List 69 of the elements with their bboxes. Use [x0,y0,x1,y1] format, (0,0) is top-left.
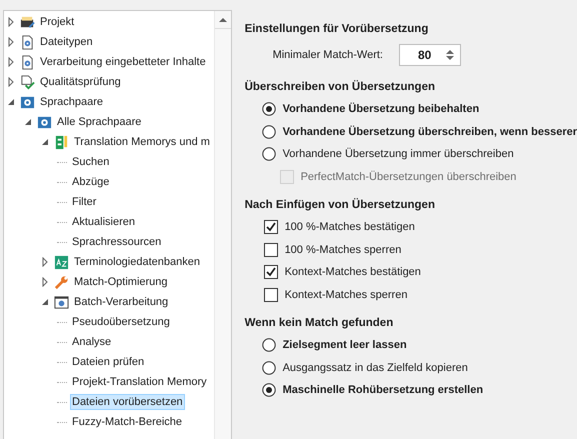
tree-item[interactable]: Fuzzy-Match-Bereiche [70,414,184,430]
radio-button[interactable] [262,383,276,398]
tree-item[interactable]: Verarbeitung eingebetteter Inhalte [38,54,208,70]
checkbox[interactable] [264,265,278,280]
tree-item[interactable]: Projekt-Translation Memory [70,374,209,390]
tree-item[interactable]: Dateien prüfen [70,354,146,370]
tree-item[interactable]: Qualitätsprüfung [38,74,123,90]
radio-button[interactable] [262,147,276,162]
collapse-arrow-icon[interactable] [6,97,16,107]
expand-arrow-icon[interactable] [40,257,50,267]
radio-label: Vorhandene Übersetzung beibehalten [282,103,480,116]
gear-document-icon [20,34,35,50]
collapse-arrow-icon[interactable] [40,137,50,147]
tree-item[interactable]: Translation Memorys und m [72,134,212,150]
radio-button[interactable] [262,360,276,375]
expand-arrow-icon[interactable] [6,77,16,87]
checked-document-icon [20,74,35,90]
expand-arrow-icon[interactable] [6,37,16,47]
scroll-up-arrow-icon[interactable] [218,17,227,22]
checkbox-label: 100 %-Matches sperren [284,244,402,256]
checkbox-label: Kontext-Matches sperren [284,288,408,301]
tree-item[interactable]: Terminologiedatenbanken [72,254,202,270]
expand-arrow-icon[interactable] [6,57,16,67]
field-label: Minimaler Match-Wert: [272,49,383,61]
expand-arrow-icon[interactable] [40,277,50,287]
tree-item[interactable]: Sprachpaare [38,94,105,110]
tree-item[interactable]: Dateien vorübersetzen [70,394,185,410]
radio-button[interactable] [262,124,276,139]
tree-item[interactable]: Batch-Verarbeitung [72,294,170,310]
wrench-icon [54,274,69,290]
tree-item[interactable]: Alle Sprachpaare [55,114,144,130]
terminology-icon [54,254,69,270]
tree-item[interactable]: Dateitypen [38,34,95,50]
checkbox[interactable] [264,220,278,234]
tree-item[interactable]: Aktualisieren [70,214,137,230]
tree-item[interactable]: Pseudoübersetzung [70,314,172,330]
radio-label: Vorhandene Übersetzung immer überschreiben [282,148,514,160]
section-heading: Einstellungen für Vorübersetzung [244,22,430,37]
radio-label: Maschinelle Rohübersetzung erstellen [282,384,484,396]
checkbox[interactable] [264,242,278,257]
checkbox-label: PerfectMatch-Übersetzungen überschreiben [300,170,516,183]
tree-item[interactable]: Sprachressourcen [70,234,164,250]
spinner-arrows-icon[interactable] [446,49,454,61]
tree-item[interactable]: Projekt [38,14,76,30]
tree-item[interactable]: Match-Optimierung [72,274,170,290]
checkbox[interactable] [264,288,278,302]
collapse-arrow-icon[interactable] [23,117,33,127]
checkbox-label: Kontext-Matches bestätigen [284,266,421,278]
section-heading: Nach Einfügen von Übersetzungen [244,197,436,213]
section-heading: Wenn kein Match gefunden [244,316,394,331]
database-icon [54,134,69,150]
radio-label: Vorhandene Übersetzung überschreiben, wenn besserer [282,126,577,138]
tree-item[interactable]: Analyse [70,334,114,350]
section-heading: Überschreiben von Übersetzungen [244,79,436,95]
collapse-arrow-icon[interactable] [40,297,50,307]
tree-item[interactable]: Filter [70,194,98,210]
tree-item[interactable]: Suchen [70,154,112,170]
checkbox-label: 100 %-Matches bestätigen [284,221,415,234]
gear-window-icon [54,294,69,310]
radio-button[interactable] [262,102,276,116]
scrollbar[interactable] [214,11,231,439]
tree-item[interactable]: Abzüge [70,174,112,190]
radio-button[interactable] [262,338,276,352]
gear-document-icon [20,54,35,70]
expand-arrow-icon[interactable] [6,17,16,27]
match-value-spinner[interactable]: 80 [399,44,461,66]
radio-label: Zielsegment leer lassen [282,339,407,352]
radio-label: Ausgangssatz in das Zielfeld kopieren [282,362,468,374]
folder-icon [20,14,35,30]
